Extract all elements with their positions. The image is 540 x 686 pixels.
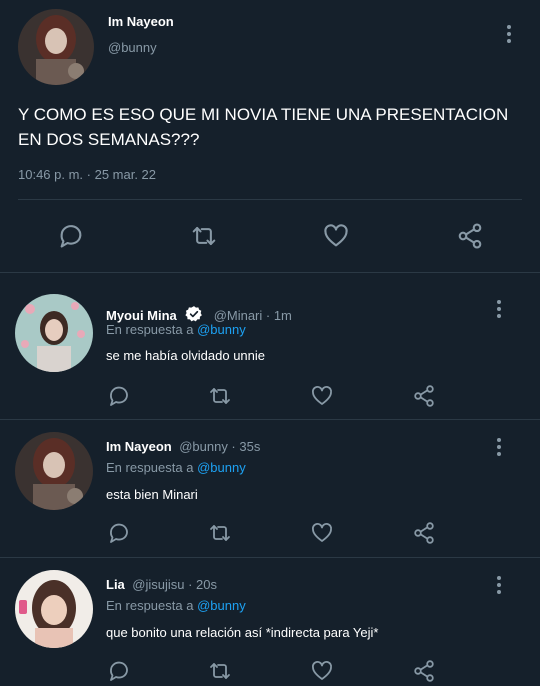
avatar[interactable] [15,294,93,372]
author-name[interactable]: Lia [106,577,125,592]
more-vertical-icon[interactable] [505,25,513,46]
reply-header: Lia @jisujisu · 20s [106,576,217,594]
reply-context: En respuesta a @bunny [106,598,246,613]
mention-link[interactable]: @bunny [197,460,246,475]
mention-link[interactable]: @bunny [197,322,246,337]
author-handle[interactable]: @jisujisu · 20s [132,577,217,592]
heart-icon[interactable] [310,659,334,683]
tweet-timestamp: 10:46 p. m. · 25 mar. 22 [18,167,157,182]
more-vertical-icon[interactable] [495,438,503,459]
divider [0,272,540,273]
reply-header: Im Nayeon @bunny · 35s [106,438,260,456]
comment-icon[interactable] [107,521,131,545]
author-name[interactable]: Im Nayeon [106,439,172,454]
tweet-text: se me había olvidado unnie [106,348,266,363]
comment-icon[interactable] [57,222,85,250]
tweet-text: Y COMO ES ESO QUE MI NOVIA TIENE UNA PRE… [18,105,509,149]
retweet-icon[interactable] [206,521,234,545]
tweet-text: esta bien Minari [106,487,198,502]
author-handle[interactable]: @bunny · 35s [179,439,260,454]
reply-context: En respuesta a @bunny [106,322,246,337]
divider [18,199,522,200]
avatar[interactable] [15,432,93,510]
comment-icon[interactable] [107,384,131,408]
reply-prefix: En respuesta a [106,598,194,613]
divider [0,557,540,558]
reply-prefix: En respuesta a [106,322,194,337]
share-icon[interactable] [412,521,436,545]
retweet-icon[interactable] [206,384,234,408]
author-name[interactable]: Myoui Mina [106,308,177,323]
divider [0,419,540,420]
author-name[interactable]: Im Nayeon [108,14,174,29]
author-handle[interactable]: @bunny [108,40,157,55]
avatar[interactable] [18,9,94,85]
more-vertical-icon[interactable] [495,300,503,321]
heart-icon[interactable] [322,222,350,250]
retweet-icon[interactable] [206,659,234,683]
share-icon[interactable] [412,659,436,683]
share-icon[interactable] [412,384,436,408]
retweet-icon[interactable] [188,222,220,250]
heart-icon[interactable] [310,384,334,408]
tweet-text: que bonito una relación así *indirecta p… [106,625,379,640]
comment-icon[interactable] [107,659,131,683]
reply-prefix: En respuesta a [106,460,194,475]
author-handle[interactable]: @Minari · 1m [214,308,292,323]
avatar[interactable] [15,570,93,648]
mention-link[interactable]: @bunny [197,598,246,613]
share-icon[interactable] [455,222,485,250]
heart-icon[interactable] [310,521,334,545]
reply-context: En respuesta a @bunny [106,460,246,475]
more-vertical-icon[interactable] [495,576,503,597]
